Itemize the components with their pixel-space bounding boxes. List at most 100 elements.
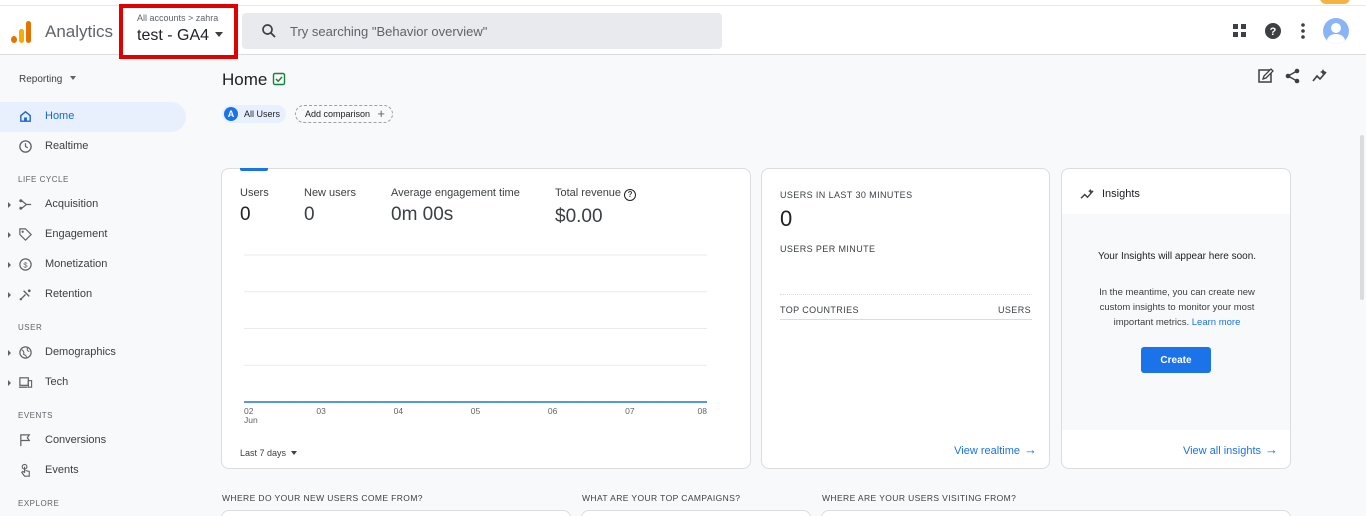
retention-icon <box>19 289 31 301</box>
sidebar-item-label: Monetization <box>45 258 108 270</box>
sidebar-item-acquisition[interactable]: Acquisition <box>0 190 186 220</box>
page-title: Home <box>222 70 268 89</box>
section-explore: EXPLORE <box>18 499 60 508</box>
new-users-source-heading: WHERE DO YOUR NEW USERS COME FROM? <box>222 493 423 503</box>
sidebar-item-label: Demographics <box>45 346 116 358</box>
app-name: Analytics <box>45 22 114 41</box>
apps-grid-icon[interactable] <box>1230 21 1250 41</box>
reporting-selector[interactable]: Reporting <box>19 74 77 85</box>
share-icon[interactable] <box>1284 67 1302 85</box>
insights-body: Your Insights will appear here soon. In … <box>1062 214 1290 430</box>
customize-report-icon[interactable] <box>1257 67 1275 85</box>
reporting-label: Reporting <box>19 74 63 85</box>
link-label: View realtime <box>954 445 1020 457</box>
sidebar-item-conversions[interactable]: Conversions <box>0 426 186 456</box>
tag-icon <box>19 228 32 241</box>
help-icon[interactable]: ? <box>1263 21 1283 41</box>
date-range-label: Last 7 days <box>240 448 287 458</box>
view-all-insights-link[interactable]: View all insights → <box>1183 442 1278 457</box>
more-vert-icon[interactable] <box>1293 21 1313 41</box>
add-comparison-label: Add comparison <box>305 109 371 119</box>
date-range-selector[interactable]: Last 7 days <box>240 448 298 458</box>
insights-description: In the meantime, you can create new cust… <box>1084 285 1270 330</box>
svg-text:?: ? <box>1270 26 1277 38</box>
realtime-users-label: USERS IN LAST 30 MINUTES <box>780 190 913 200</box>
sidebar-item-monetization[interactable]: $ Monetization <box>0 250 186 280</box>
search-bar[interactable] <box>242 13 722 49</box>
insights-sparkle-icon <box>1080 188 1094 199</box>
x-tick-label: 04 <box>394 406 404 416</box>
page-scrollbar[interactable] <box>1360 135 1364 300</box>
touch-icon <box>21 463 30 477</box>
sidebar-item-label: Retention <box>45 288 93 300</box>
x-tick-label: 08 <box>698 406 708 416</box>
expand-arrow-icon <box>8 380 11 386</box>
dollar-circle-icon: $ <box>19 258 32 271</box>
sidebar-item-label: Home <box>45 110 75 122</box>
verified-icon <box>272 72 286 86</box>
top-countries-label: TOP COUNTRIES <box>780 305 859 315</box>
insights-header: Insights <box>1062 169 1290 214</box>
expand-arrow-icon <box>8 202 11 208</box>
sidebar-item-realtime[interactable]: Realtime <box>0 132 186 162</box>
section-user: USER <box>18 323 43 332</box>
chip-label: All Users <box>244 109 281 119</box>
sidebar-item-retention[interactable]: Retention <box>0 280 186 310</box>
x-tick-label: 06 <box>548 406 558 416</box>
sidebar-item-label: Engagement <box>45 228 108 240</box>
browser-badge <box>1320 0 1350 4</box>
analytics-logo-icon[interactable] <box>11 21 33 43</box>
property-name[interactable]: test - GA4 <box>137 27 224 45</box>
sidebar-item-label: Conversions <box>45 434 107 446</box>
dropdown-caret-icon <box>215 32 224 37</box>
view-realtime-link[interactable]: View realtime → <box>954 442 1037 457</box>
sidebar-item-engagement[interactable]: Engagement <box>0 220 186 250</box>
users-per-minute-label: USERS PER MINUTE <box>780 244 876 254</box>
globe-icon <box>19 346 32 359</box>
search-input[interactable] <box>290 21 710 41</box>
campaigns-card <box>581 510 811 516</box>
account-avatar[interactable] <box>1323 18 1349 44</box>
sidebar-item-label: Events <box>45 464 79 476</box>
sidebar: Reporting Home Realtime LIFE CYCLE Acqui… <box>0 56 200 516</box>
property-label: test - GA4 <box>137 27 210 44</box>
acquisition-icon <box>19 199 32 210</box>
sidebar-item-label: Realtime <box>45 140 89 152</box>
top-campaigns-heading: WHAT ARE YOUR TOP CAMPAIGNS? <box>582 493 741 503</box>
arrow-right-icon: → <box>1024 442 1037 457</box>
chevron-down-icon <box>70 76 77 80</box>
expand-arrow-icon <box>8 232 11 238</box>
table-divider <box>780 319 1032 320</box>
sidebar-item-home[interactable]: Home <box>0 102 186 132</box>
home-icon <box>20 110 31 122</box>
sidebar-item-label: Tech <box>45 376 69 388</box>
account-picker[interactable]: All accounts > zahra test - GA4 <box>119 4 238 59</box>
x-month-label: Jun <box>244 415 258 425</box>
add-comparison-button[interactable]: Add comparison + <box>295 105 393 123</box>
account-breadcrumb: All accounts > zahra <box>137 13 219 23</box>
devices-icon <box>18 377 33 388</box>
insights-card: Insights Your Insights will appear here … <box>1061 168 1291 469</box>
insights-sparkle-icon[interactable] <box>1311 67 1329 85</box>
sidebar-item-label: Acquisition <box>45 198 99 210</box>
overview-card: Users 0 New users 0 Average engagement t… <box>221 168 751 469</box>
section-life-cycle: LIFE CYCLE <box>18 175 69 184</box>
x-tick-label: 05 <box>471 406 481 416</box>
chevron-down-icon <box>291 451 298 455</box>
plus-icon: + <box>377 106 385 121</box>
users-line-chart: 02 03 04 05 06 07 08Jun <box>244 254 708 425</box>
svg-text:$: $ <box>23 260 28 269</box>
x-tick-label: 07 <box>625 406 635 416</box>
all-users-chip[interactable]: A All Users <box>222 105 287 123</box>
new-users-card <box>221 510 571 516</box>
create-insight-button[interactable]: Create <box>1141 347 1211 373</box>
expand-arrow-icon <box>8 350 11 356</box>
users-location-heading: WHERE ARE YOUR USERS VISITING FROM? <box>822 493 1017 503</box>
insights-title: Insights <box>1102 188 1140 200</box>
search-icon <box>262 24 276 38</box>
locations-card <box>821 510 1291 516</box>
sidebar-item-demographics[interactable]: Demographics <box>0 338 186 368</box>
sidebar-item-tech[interactable]: Tech <box>0 368 186 398</box>
learn-more-link[interactable]: Learn more <box>1192 317 1241 328</box>
sidebar-item-events[interactable]: Events <box>0 456 186 486</box>
